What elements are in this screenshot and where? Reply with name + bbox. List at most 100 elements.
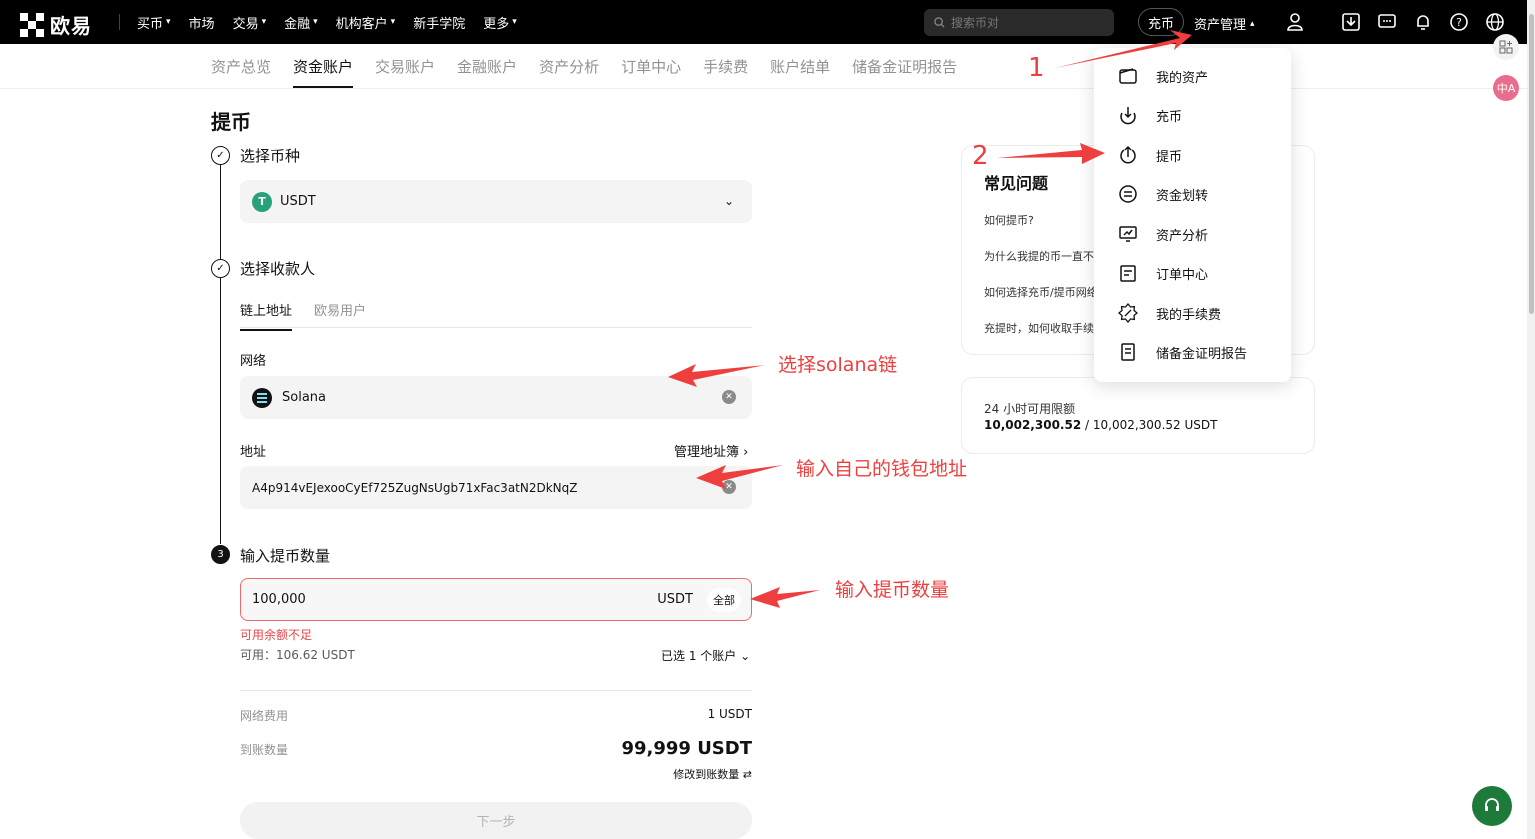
menu-withdraw[interactable]: 提币 <box>1118 145 1182 165</box>
receive-amount-label: 到账数量 <box>240 743 289 757</box>
solana-icon <box>252 387 272 408</box>
annotation-select-solana: 选择solana链 <box>778 354 898 376</box>
amount-input[interactable]: 100,000 USDT 全部 <box>240 578 752 621</box>
max-amount-button[interactable]: 全部 <box>707 588 741 612</box>
okx-logo[interactable]: 欧易 <box>20 10 92 39</box>
globe-icon[interactable] <box>1485 12 1505 32</box>
page-title: 提币 <box>211 110 251 134</box>
svg-text:?: ? <box>1456 16 1462 29</box>
annotation-enter-address: 输入自己的钱包地址 <box>796 458 968 480</box>
chevron-down-icon: ▾ <box>261 17 267 27</box>
subnav-overview[interactable]: 资产总览 <box>211 44 271 88</box>
nav-institutional[interactable]: 机构客户 ▾ <box>336 13 396 32</box>
network-select-value: Solana <box>282 390 326 405</box>
coin-select-value: USDT <box>280 194 316 209</box>
search-input[interactable]: 搜索币对 <box>924 9 1114 36</box>
customer-support-button[interactable] <box>1472 786 1512 826</box>
step-3-title: 输入提币数量 <box>240 547 331 565</box>
annotation-number-2: 2 <box>972 141 989 171</box>
transfer-icon <box>1119 185 1137 203</box>
menu-my-assets[interactable]: 我的资产 <box>1118 66 1208 86</box>
address-input[interactable]: A4p914vEJexooCyEf725ZugNsUgb71xFac3atN2D… <box>240 466 752 509</box>
menu-label: 资金划转 <box>1156 188 1209 204</box>
subnav-proof-of-reserves[interactable]: 储备金证明报告 <box>852 44 957 88</box>
next-step-button[interactable]: 下一步 <box>240 802 752 839</box>
chevron-up-icon: ▴ <box>1250 18 1255 29</box>
faq-item[interactable]: 如何提币? <box>984 212 1094 228</box>
menu-proof-of-reserves[interactable]: 储备金证明报告 <box>1118 342 1247 362</box>
menu-deposit[interactable]: 充币 <box>1118 105 1182 125</box>
menu-transfer[interactable]: 资金划转 <box>1118 184 1208 204</box>
nav-label: 买币 <box>137 16 164 32</box>
menu-order-center[interactable]: 订单中心 <box>1118 263 1208 283</box>
chevron-down-icon: ⌄ <box>736 649 751 663</box>
translate-icon[interactable]: 中A <box>1493 75 1519 101</box>
faq-item[interactable]: 充提时，如何收取手续费 <box>984 320 1094 336</box>
annotation-number-1: 1 <box>1028 53 1045 83</box>
scrollbar-thumb[interactable] <box>1529 14 1534 314</box>
amount-input-value: 100,000 <box>252 592 306 607</box>
main-nav: 买币 ▾ 市场 交易 ▾ 金融 ▾ 机构客户 ▾ 新手学院 更多 ▾ <box>137 0 535 44</box>
tabs-divider <box>240 327 752 328</box>
deposit-button[interactable]: 充币 <box>1138 8 1184 36</box>
subnav-trading-account[interactable]: 交易账户 <box>375 44 435 88</box>
modify-receive-amount-link[interactable]: 修改到账数量 ⇄ <box>673 766 752 782</box>
menu-label: 我的手续费 <box>1156 307 1222 323</box>
receive-amount-value: 99,999 USDT <box>621 738 752 759</box>
network-select[interactable]: Solana ✕ <box>240 376 752 419</box>
menu-label: 提币 <box>1156 149 1183 165</box>
analysis-icon <box>1119 226 1137 242</box>
subnav-fees[interactable]: 手续费 <box>703 44 748 88</box>
logo-icon <box>20 12 44 37</box>
bell-icon[interactable] <box>1413 12 1433 32</box>
clear-network-icon[interactable]: ✕ <box>722 390 736 404</box>
help-icon[interactable]: ? <box>1449 12 1469 32</box>
user-icon[interactable] <box>1285 12 1305 32</box>
limit-value: 10,002,300.52 / 10,002,300.52 USDT <box>984 418 1217 432</box>
logo-text: 欧易 <box>50 14 92 38</box>
faq-title: 常见问题 <box>984 174 1049 193</box>
step-2-title: 选择收款人 <box>240 260 316 278</box>
menu-asset-analysis[interactable]: 资产分析 <box>1118 224 1208 244</box>
subnav-divider <box>0 88 1535 89</box>
network-fee-label: 网络费用 <box>240 709 289 723</box>
address-label: 地址 <box>240 445 267 460</box>
fee-divider <box>240 690 752 691</box>
download-icon[interactable] <box>1341 12 1361 32</box>
address-book-label: 管理地址簿 <box>674 445 740 460</box>
subnav-finance-account[interactable]: 金融账户 <box>457 44 517 88</box>
step-3-number: 3 <box>211 545 230 564</box>
chevron-down-icon: ⌄ <box>723 194 734 208</box>
network-label: 网络 <box>240 354 267 369</box>
nav-finance[interactable]: 金融 ▾ <box>284 13 318 32</box>
clear-address-icon[interactable]: ✕ <box>722 480 736 494</box>
coin-select[interactable]: T USDT ⌄ <box>240 180 752 223</box>
limit-title: 24 小时可用限额 <box>984 402 1076 416</box>
nav-more[interactable]: 更多 ▾ <box>483 13 517 32</box>
faq-item[interactable]: 如何选择充币/提币网络 <box>984 284 1094 300</box>
subnav-funding-account[interactable]: 资金账户 <box>293 44 354 88</box>
search-placeholder: 搜索币对 <box>951 16 1000 30</box>
step-1-check-icon: ✓ <box>211 146 230 165</box>
asset-management-menu[interactable]: 资产管理 ▴ <box>1194 14 1255 33</box>
limit-used: 10,002,300.52 <box>984 418 1082 432</box>
faq-item[interactable]: 为什么我提的币一直不到账 <box>984 248 1094 264</box>
subnav-order-center[interactable]: 订单中心 <box>621 44 681 88</box>
app-grid-icon[interactable] <box>1493 34 1519 60</box>
menu-my-fees[interactable]: 我的手续费 <box>1118 303 1221 323</box>
asset-management-dropdown: 我的资产 充币 提币 资金划转 资产分析 订单中心 我的手续费 储备金证明报告 <box>1094 48 1291 382</box>
message-icon[interactable] <box>1377 12 1397 32</box>
nav-label: 更多 <box>483 16 510 32</box>
nav-academy[interactable]: 新手学院 <box>413 13 465 32</box>
address-book-link[interactable]: 管理地址簿 › <box>674 441 748 460</box>
nav-trade[interactable]: 交易 ▾ <box>233 13 267 32</box>
subnav-statements[interactable]: 账户结单 <box>770 44 830 88</box>
account-selector[interactable]: 已选 1 个账户 ⌄ <box>661 647 750 664</box>
nav-buy-crypto[interactable]: 买币 ▾ <box>137 13 171 32</box>
insufficient-balance-error: 可用余额不足 <box>240 628 313 642</box>
report-icon <box>1121 343 1135 361</box>
swap-icon: ⇄ <box>742 768 752 781</box>
subnav-asset-analysis[interactable]: 资产分析 <box>539 44 599 88</box>
nav-market[interactable]: 市场 <box>189 13 215 32</box>
menu-label: 储备金证明报告 <box>1156 346 1248 362</box>
